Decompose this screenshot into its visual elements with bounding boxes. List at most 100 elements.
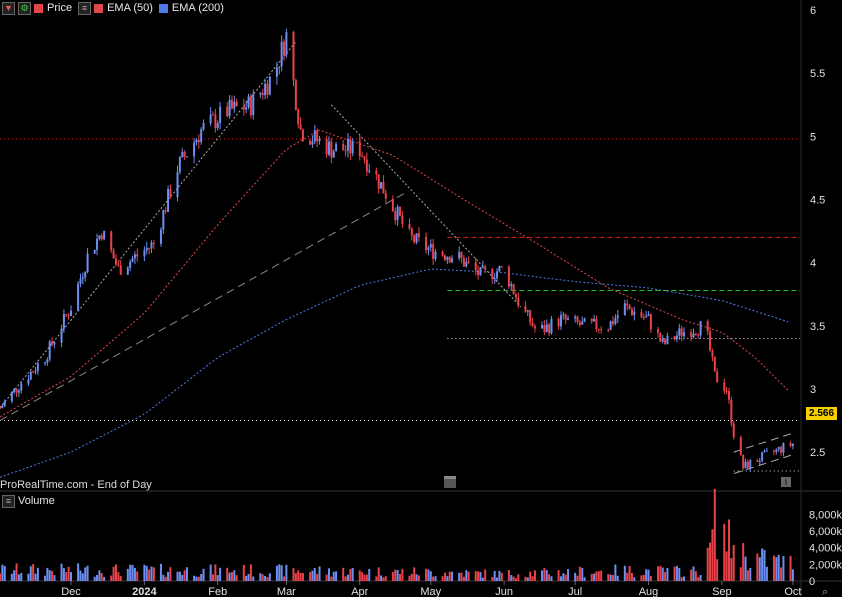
- volume-bar: [612, 575, 615, 581]
- volume-bar: [252, 576, 255, 581]
- info-icon[interactable]: i: [781, 477, 791, 487]
- candle-body: [396, 206, 399, 221]
- candle-body: [531, 322, 534, 327]
- candle-body: [53, 342, 56, 345]
- volume-bar: [219, 567, 222, 581]
- time-tick-label: Feb: [208, 586, 227, 597]
- candle-body: [351, 141, 354, 154]
- volume-bar: [230, 572, 233, 581]
- legend-volume[interactable]: Volume: [18, 495, 55, 507]
- candle-body: [583, 318, 586, 322]
- volume-bar: [562, 573, 565, 581]
- candle-body: [368, 170, 371, 172]
- volume-bar: [727, 519, 730, 581]
- candle-body: [193, 142, 196, 157]
- candle-body: [202, 123, 205, 130]
- calendar-icon[interactable]: [444, 476, 456, 488]
- volume-bar: [564, 574, 567, 581]
- volume-tick-label: 2,000k: [809, 559, 842, 571]
- candle-body: [164, 210, 167, 212]
- volume-bar: [164, 576, 167, 581]
- volume-bar: [772, 555, 775, 581]
- candle-body: [181, 152, 184, 158]
- volume-bar: [195, 576, 198, 581]
- candle-body: [548, 324, 551, 334]
- collapse-icon[interactable]: ▼: [2, 1, 15, 15]
- volume-bar: [656, 566, 659, 581]
- candle-body: [150, 242, 153, 249]
- volume-bar: [233, 570, 236, 581]
- candle-body: [119, 265, 122, 275]
- volume-bar: [500, 572, 503, 581]
- time-tick-label: Jun: [495, 586, 513, 597]
- candle-body: [429, 243, 432, 248]
- volume-bar: [711, 529, 714, 581]
- volume-bar: [432, 576, 435, 581]
- candle-body: [278, 66, 281, 68]
- candle-body: [20, 383, 23, 391]
- candle-body: [342, 144, 345, 151]
- candle-body: [410, 228, 413, 236]
- candle-body: [493, 278, 496, 280]
- volume-bar: [264, 575, 267, 581]
- candle-body: [344, 150, 347, 152]
- volume-bar: [410, 573, 413, 581]
- candle-body: [727, 390, 730, 400]
- volume-bar: [200, 574, 203, 581]
- candle-body: [185, 156, 188, 158]
- volume-bar: [614, 564, 617, 581]
- candle-body: [375, 170, 378, 175]
- volume-bar: [159, 563, 162, 581]
- candle-body: [62, 313, 65, 329]
- candle-body: [36, 363, 39, 372]
- candle-body: [349, 138, 352, 154]
- candle-body: [219, 106, 222, 124]
- volume-bar: [578, 566, 581, 581]
- volume-bar: [590, 573, 593, 581]
- volume-bar: [746, 570, 749, 581]
- legend-ema200[interactable]: EMA (200): [158, 2, 224, 14]
- volume-bar: [365, 574, 368, 581]
- volume-bar: [311, 570, 314, 581]
- volume-bar: [126, 568, 129, 581]
- volume-bar: [375, 576, 378, 581]
- candle-body: [626, 303, 629, 306]
- volume-bar: [396, 570, 399, 581]
- volume-bar: [713, 488, 716, 581]
- candle-body: [432, 243, 435, 259]
- volume-bar: [723, 523, 726, 581]
- candle-body: [675, 335, 678, 340]
- volume-bar: [96, 575, 99, 581]
- volume-settings-icon[interactable]: ≡: [2, 494, 15, 508]
- time-tick-label: Apr: [351, 586, 368, 597]
- volume-bar: [628, 565, 631, 581]
- legend-ema50[interactable]: EMA (50): [94, 2, 153, 14]
- candle-body: [446, 256, 449, 260]
- volume-bar: [129, 564, 132, 581]
- candle-body: [673, 335, 676, 340]
- volume-bar: [583, 577, 586, 581]
- candle-body: [612, 321, 615, 324]
- volume-bar: [630, 572, 633, 581]
- volume-bar: [60, 563, 63, 581]
- candle-body: [458, 252, 461, 259]
- candle-body: [391, 198, 394, 212]
- volume-bar: [112, 566, 115, 581]
- candle-body: [789, 443, 792, 446]
- candle-body: [756, 460, 759, 462]
- candle-body: [567, 318, 570, 320]
- legend-price[interactable]: Price: [34, 2, 72, 14]
- time-tick-label: Dec: [61, 586, 81, 597]
- candle-body: [51, 341, 54, 345]
- volume-bar: [110, 575, 113, 581]
- candle-body: [143, 250, 146, 257]
- list-icon[interactable]: ≡: [78, 1, 92, 15]
- candle-body: [297, 109, 300, 125]
- settings-icon[interactable]: ⚙: [18, 1, 31, 15]
- candle-body: [226, 106, 229, 117]
- candle-body: [628, 305, 631, 310]
- candle-body: [129, 261, 132, 268]
- candle-body: [642, 317, 645, 319]
- legend-ema200-label: EMA (200): [171, 2, 224, 14]
- volume-bar: [529, 571, 532, 581]
